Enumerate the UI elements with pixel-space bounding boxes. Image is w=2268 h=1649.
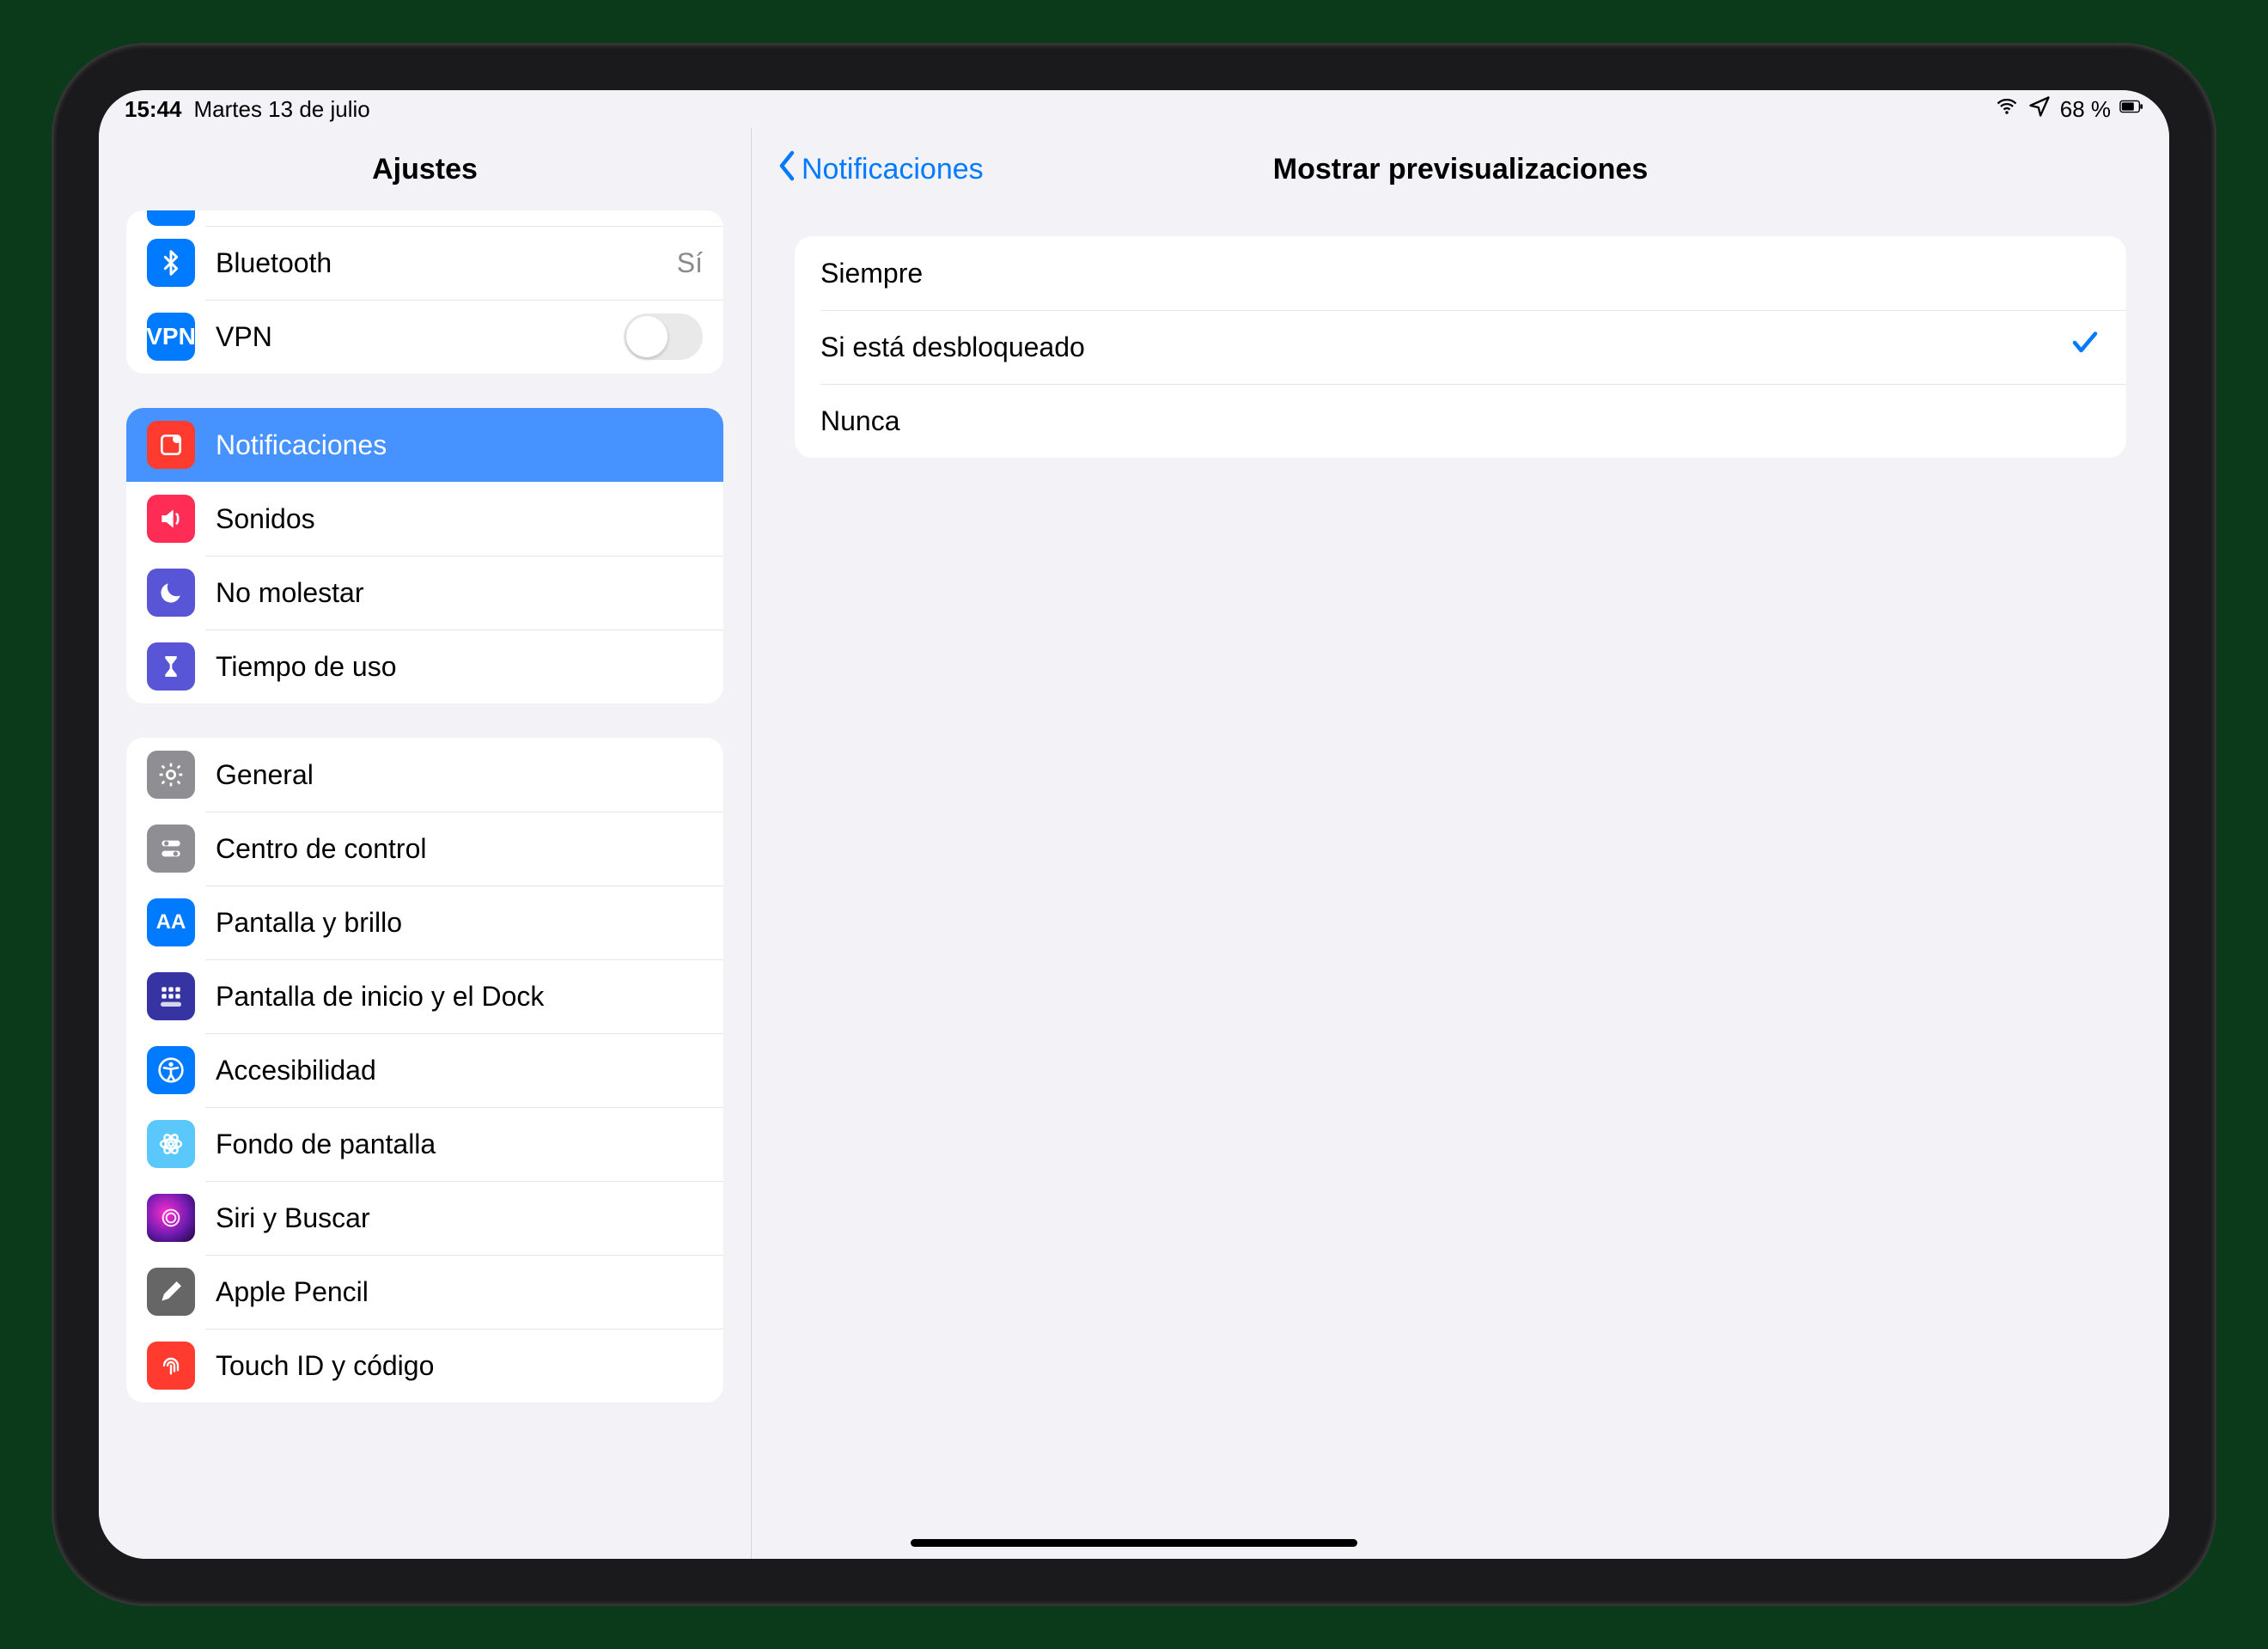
option-when-unlocked-label: Si está desbloqueado bbox=[820, 332, 1085, 363]
vpn-label: VPN bbox=[216, 321, 624, 353]
wifi-icon bbox=[1995, 94, 2019, 125]
notifications-icon bbox=[147, 421, 195, 469]
sidebar-item-vpn[interactable]: VPN VPN bbox=[126, 300, 723, 374]
home-dock-icon bbox=[147, 972, 195, 1020]
detail-title: Mostrar previsualizaciones bbox=[1273, 153, 1649, 186]
sidebar-item-wallpaper[interactable]: Fondo de pantalla bbox=[126, 1107, 723, 1181]
notifications-label: Notificaciones bbox=[216, 429, 703, 461]
checkmark-icon bbox=[2070, 327, 2100, 367]
sidebar-item-unknown-top[interactable] bbox=[126, 210, 723, 226]
unknown-icon bbox=[147, 210, 195, 226]
sidebar-item-screen-time[interactable]: Tiempo de uso bbox=[126, 630, 723, 703]
sounds-icon bbox=[147, 495, 195, 543]
vpn-icon: VPN bbox=[147, 313, 195, 361]
wallpaper-label: Fondo de pantalla bbox=[216, 1129, 703, 1160]
status-time: 15:44 bbox=[125, 96, 182, 123]
bluetooth-value: Sí bbox=[677, 247, 703, 279]
option-when-unlocked[interactable]: Si está desbloqueado bbox=[795, 310, 2126, 384]
preview-options-group: Siempre Si está desbloqueado Nunca bbox=[795, 236, 2126, 458]
battery-percentage: 68 % bbox=[2060, 96, 2111, 123]
option-never-label: Nunca bbox=[820, 405, 900, 437]
option-always[interactable]: Siempre bbox=[795, 236, 2126, 310]
bluetooth-label: Bluetooth bbox=[216, 247, 677, 279]
accessibility-icon bbox=[147, 1046, 195, 1094]
wallpaper-icon bbox=[147, 1120, 195, 1168]
status-date: Martes 13 de julio bbox=[194, 96, 370, 123]
screen: 15:44 Martes 13 de julio 68 % bbox=[99, 90, 2169, 1559]
display-icon: AA bbox=[147, 898, 195, 946]
home-dock-label: Pantalla de inicio y el Dock bbox=[216, 981, 703, 1013]
sidebar-item-general[interactable]: General bbox=[126, 738, 723, 812]
sidebar-item-bluetooth[interactable]: Bluetooth Sí bbox=[126, 226, 723, 300]
option-never[interactable]: Nunca bbox=[795, 384, 2126, 458]
back-label: Notificaciones bbox=[802, 153, 984, 186]
detail-header: Notificaciones Mostrar previsualizacione… bbox=[752, 128, 2169, 210]
touch-id-label: Touch ID y código bbox=[216, 1350, 703, 1382]
sidebar-group-general: General Centro de control AA Pantalla y … bbox=[126, 738, 723, 1403]
sidebar-item-home-dock[interactable]: Pantalla de inicio y el Dock bbox=[126, 959, 723, 1033]
general-label: General bbox=[216, 759, 703, 791]
chevron-left-icon bbox=[777, 149, 798, 190]
sounds-label: Sonidos bbox=[216, 503, 703, 535]
sidebar-group-connectivity: Bluetooth Sí VPN VPN bbox=[126, 210, 723, 374]
touch-id-icon bbox=[147, 1342, 195, 1390]
general-icon bbox=[147, 751, 195, 799]
siri-icon bbox=[147, 1194, 195, 1242]
sidebar-item-siri[interactable]: Siri y Buscar bbox=[126, 1181, 723, 1255]
screen-time-label: Tiempo de uso bbox=[216, 651, 703, 683]
accessibility-label: Accesibilidad bbox=[216, 1055, 703, 1086]
sidebar-group-notifications: Notificaciones Sonidos No bbox=[126, 408, 723, 703]
pencil-icon bbox=[147, 1268, 195, 1316]
location-icon bbox=[2027, 94, 2052, 125]
sidebar-item-accessibility[interactable]: Accesibilidad bbox=[126, 1033, 723, 1107]
sidebar-item-display[interactable]: AA Pantalla y brillo bbox=[126, 885, 723, 959]
battery-icon bbox=[2119, 94, 2143, 125]
pencil-label: Apple Pencil bbox=[216, 1276, 703, 1308]
status-bar: 15:44 Martes 13 de julio 68 % bbox=[99, 90, 2169, 128]
home-indicator[interactable] bbox=[911, 1539, 1357, 1547]
control-center-icon bbox=[147, 824, 195, 873]
sidebar-item-dnd[interactable]: No molestar bbox=[126, 556, 723, 630]
dnd-icon bbox=[147, 569, 195, 617]
sidebar-title: Ajustes bbox=[99, 128, 751, 210]
display-label: Pantalla y brillo bbox=[216, 907, 703, 939]
control-center-label: Centro de control bbox=[216, 833, 703, 865]
option-always-label: Siempre bbox=[820, 258, 923, 289]
bluetooth-icon bbox=[147, 239, 195, 287]
sidebar: Ajustes Bluetooth Sí bbox=[99, 128, 752, 1559]
ipad-frame: 15:44 Martes 13 de julio 68 % bbox=[52, 43, 2216, 1606]
sidebar-item-control-center[interactable]: Centro de control bbox=[126, 812, 723, 885]
back-button[interactable]: Notificaciones bbox=[777, 149, 984, 190]
sidebar-item-pencil[interactable]: Apple Pencil bbox=[126, 1255, 723, 1329]
detail-pane: Notificaciones Mostrar previsualizacione… bbox=[752, 128, 2169, 1559]
sidebar-item-notifications[interactable]: Notificaciones bbox=[126, 408, 723, 482]
sidebar-item-sounds[interactable]: Sonidos bbox=[126, 482, 723, 556]
screen-time-icon bbox=[147, 642, 195, 691]
sidebar-item-touch-id[interactable]: Touch ID y código bbox=[126, 1329, 723, 1403]
vpn-switch[interactable] bbox=[624, 313, 703, 360]
siri-label: Siri y Buscar bbox=[216, 1202, 703, 1234]
dnd-label: No molestar bbox=[216, 577, 703, 609]
